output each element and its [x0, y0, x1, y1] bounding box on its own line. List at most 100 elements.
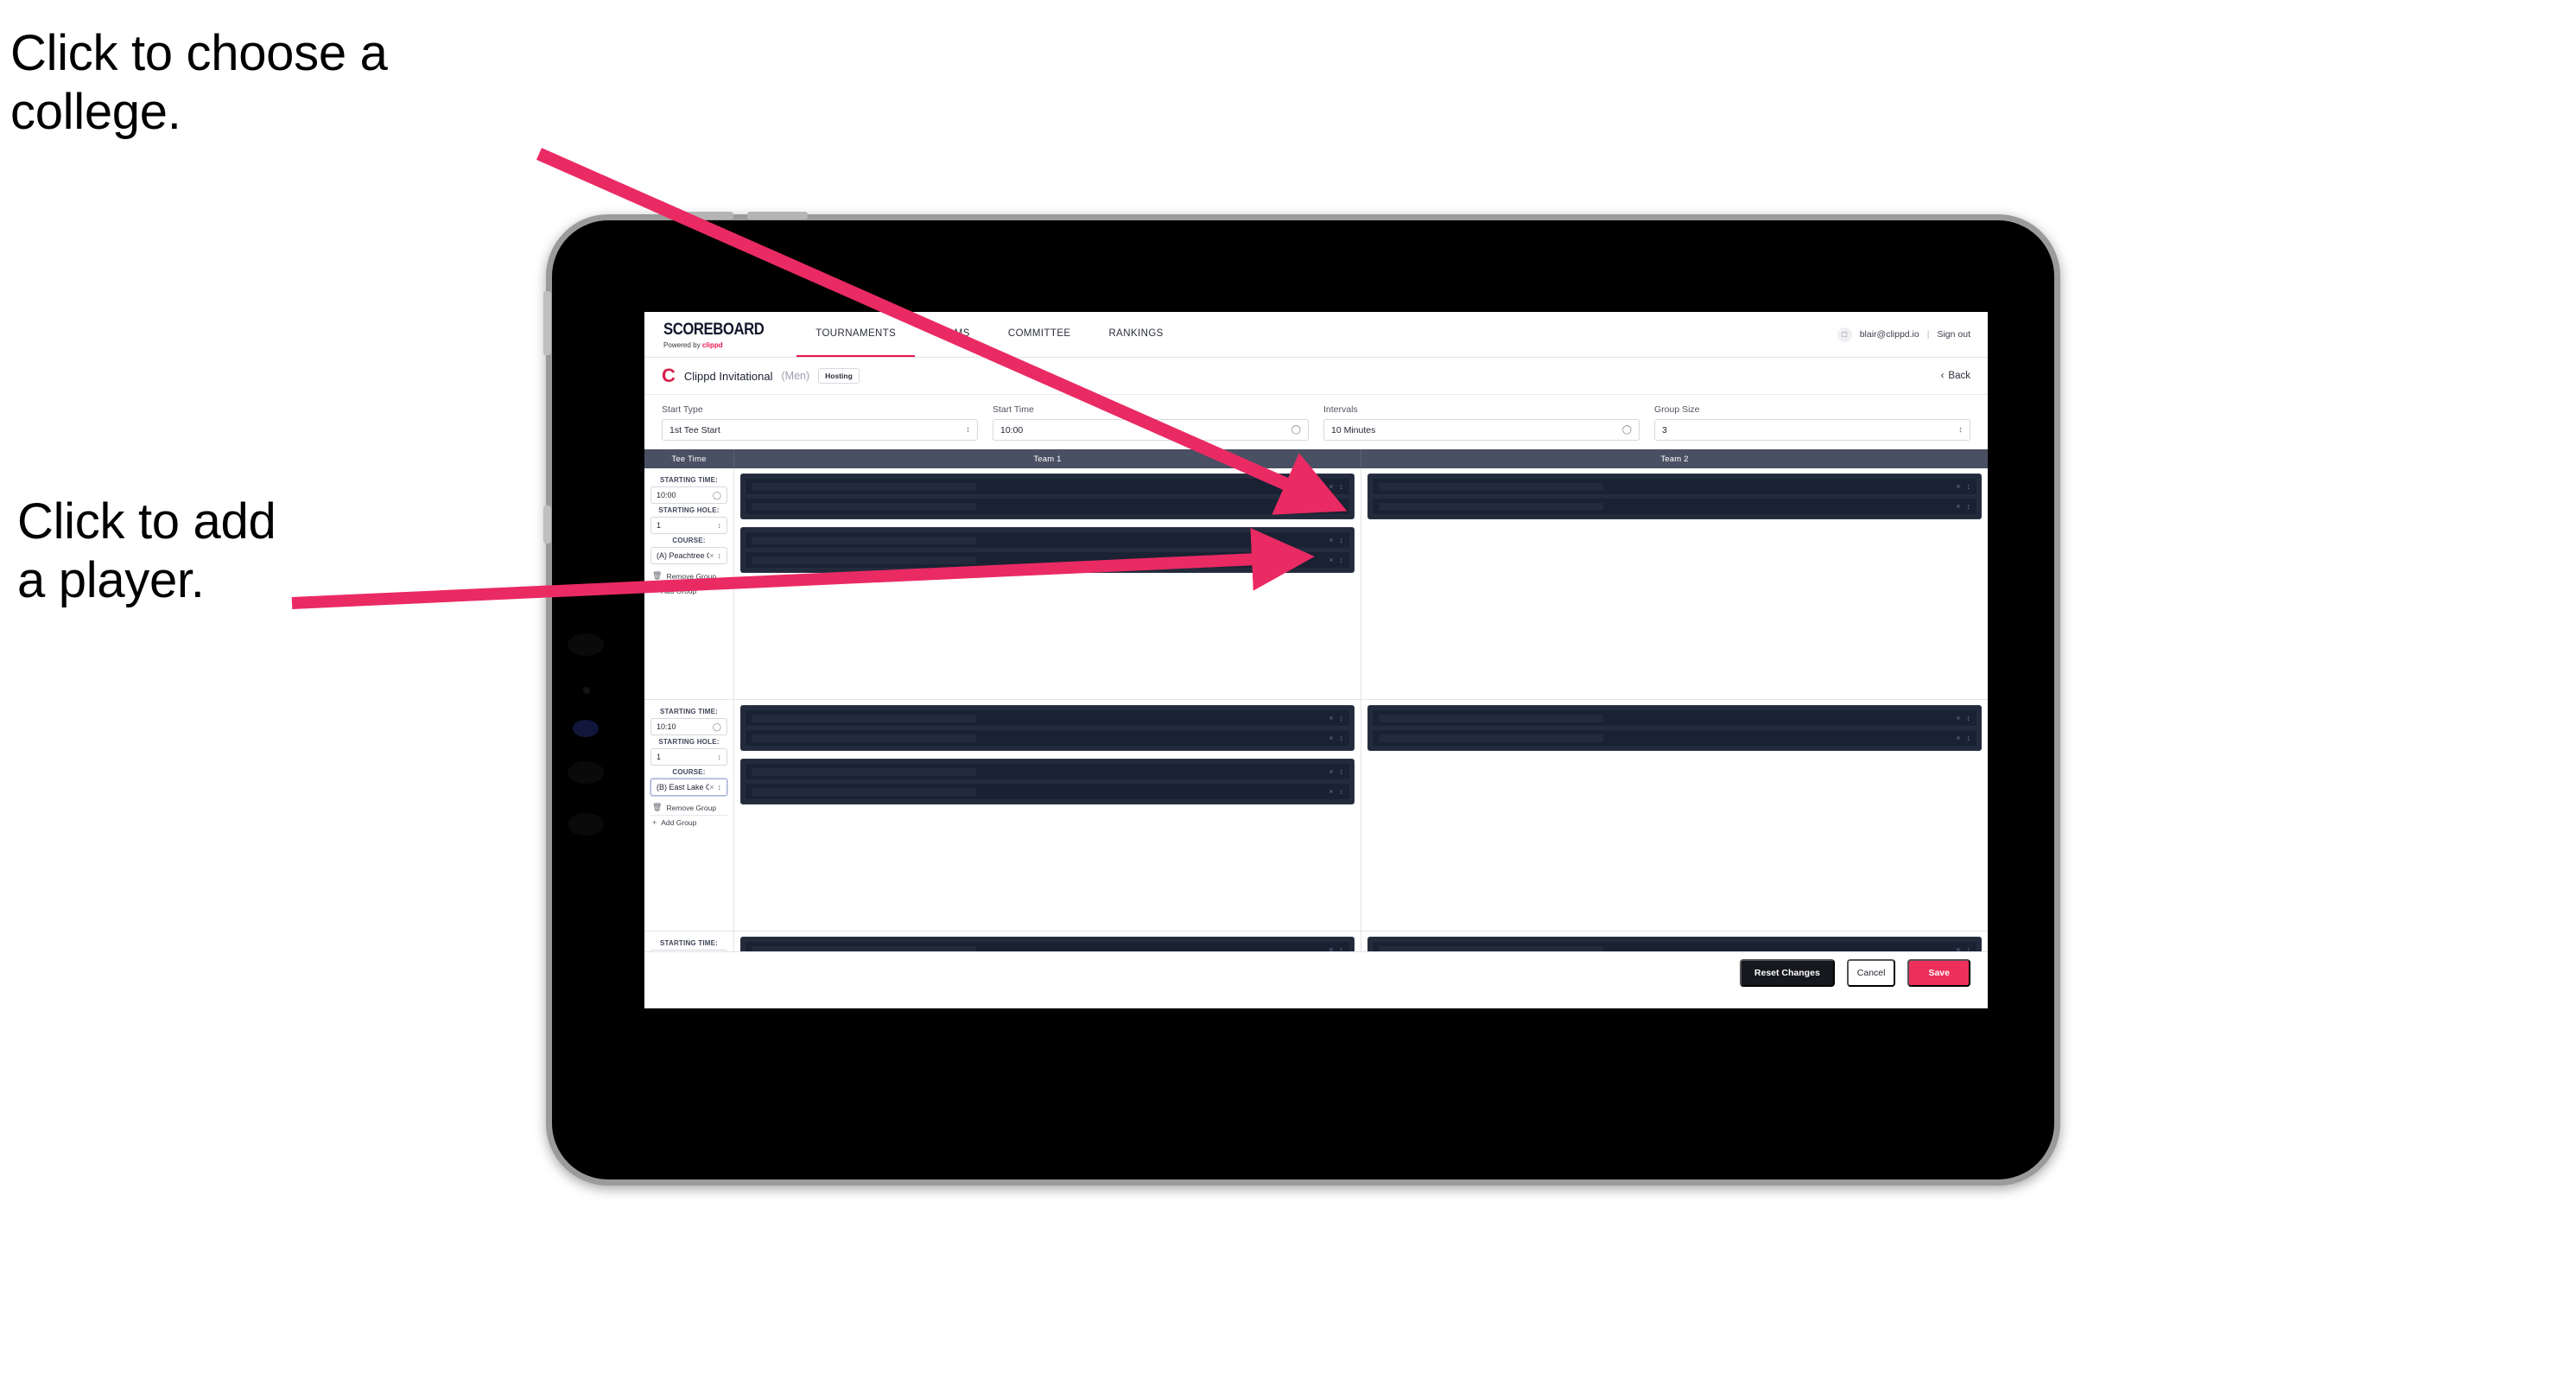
starting-time-input[interactable]: 10:20◯	[650, 950, 727, 951]
starting-time-input-icons: ◯	[713, 722, 721, 732]
player-slot[interactable]: × ↕	[745, 941, 1350, 951]
add-group-button[interactable]: + Add Group	[650, 583, 727, 598]
stepper-icon[interactable]: ↕	[1967, 714, 1971, 722]
clear-icon[interactable]: ×	[1956, 734, 1960, 742]
player-slot[interactable]: × ↕	[1372, 941, 1977, 951]
add-group-button[interactable]: + Add Group	[650, 815, 727, 830]
course-select[interactable]: (B) East Lake GC× ↕	[650, 779, 727, 796]
bezel-camera	[573, 720, 599, 737]
stepper-icon[interactable]: ↕	[1340, 536, 1344, 544]
player-name-redacted	[752, 536, 977, 544]
stepper-icon[interactable]: ↕	[1967, 482, 1971, 491]
cancel-button[interactable]: Cancel	[1846, 958, 1896, 987]
nav-tab-tournaments[interactable]: TOURNAMENTS	[796, 312, 916, 357]
clear-icon[interactable]: ×	[1956, 945, 1960, 951]
stepper-icon[interactable]: ↕	[1340, 502, 1344, 511]
stepper-icon[interactable]: ↕	[718, 753, 722, 761]
label-course: COURSE:	[672, 768, 706, 776]
remove-group-button[interactable]: 🗑 Remove Group	[650, 800, 727, 815]
stepper-icon[interactable]: ↕	[718, 551, 722, 560]
stepper-icon[interactable]: ↕	[1340, 945, 1344, 951]
player-slot-icons: × ↕	[1329, 502, 1343, 511]
start-time-input[interactable]: 10:00 ◯	[993, 419, 1309, 441]
player-slot[interactable]: × ↕	[1372, 498, 1977, 515]
start-time-value: 10:00	[1000, 424, 1024, 436]
nav-tab-teams[interactable]: TEAMS	[915, 312, 989, 357]
course-select[interactable]: (A) Peachtree GC×↕	[650, 547, 727, 564]
stepper-icon[interactable]: ↕	[1967, 945, 1971, 951]
stepper-icon[interactable]: ↕	[1340, 482, 1344, 491]
stepper-icon[interactable]: ↕	[1340, 714, 1344, 722]
stepper-icon[interactable]: ↕	[718, 521, 722, 530]
clear-icon[interactable]: ×	[1329, 787, 1333, 796]
nav-items: TOURNAMENTS TEAMS COMMITTEE RANKINGS	[796, 312, 1183, 357]
starting-hole-input[interactable]: 1 ↕	[650, 748, 727, 766]
player-slot[interactable]: × ↕	[745, 709, 1350, 727]
stepper-icon[interactable]: ↕	[966, 425, 970, 435]
start-type-select[interactable]: 1st Tee Start ↕	[662, 419, 978, 441]
user-icon[interactable]: ☐	[1837, 327, 1852, 342]
clock-icon[interactable]: ◯	[713, 491, 721, 500]
player-slot[interactable]: × ↕	[745, 763, 1350, 780]
stepper-icon[interactable]: ↕	[1958, 425, 1963, 435]
player-slot[interactable]: × ↕	[745, 551, 1350, 569]
remove-group-button[interactable]: 🗑 Remove Group	[650, 569, 727, 583]
reset-changes-button[interactable]: Reset Changes	[1739, 958, 1835, 987]
stepper-icon[interactable]: ↕	[1340, 556, 1344, 564]
player-name-redacted	[1379, 734, 1604, 742]
tee-sheet-body[interactable]: STARTING TIME: 10:00 ◯ STARTING HOLE: 1 ↕ COUR…	[644, 468, 1988, 952]
clear-icon[interactable]: ×	[709, 783, 714, 792]
clear-icon[interactable]: ×	[1329, 767, 1333, 776]
label-starting-hole: STARTING HOLE:	[658, 738, 720, 746]
nav-tab-committee[interactable]: COMMITTEE	[989, 312, 1090, 357]
intervals-input[interactable]: 10 Minutes ◯	[1323, 419, 1640, 441]
player-slot[interactable]: × ↕	[745, 783, 1350, 800]
stepper-icon[interactable]: ↕	[718, 783, 722, 792]
clear-icon[interactable]: ×	[1329, 734, 1333, 742]
clear-icon[interactable]: ×	[1329, 556, 1333, 564]
trash-icon: 🗑	[652, 571, 663, 580]
clear-icon[interactable]: ×	[709, 551, 714, 560]
player-slot[interactable]: × ↕	[745, 498, 1350, 515]
clear-icon[interactable]: ×	[1956, 714, 1960, 722]
label-starting-time: STARTING TIME:	[659, 939, 719, 947]
clear-icon[interactable]: ×	[1329, 502, 1333, 511]
stepper-icon[interactable]: ↕	[1340, 787, 1344, 796]
starting-hole-input[interactable]: 1 ↕	[650, 517, 727, 534]
clear-icon[interactable]: ×	[1956, 482, 1960, 491]
starting-time-input-value: 10:10	[657, 722, 676, 731]
clear-icon[interactable]: ×	[1956, 502, 1960, 511]
clear-icon[interactable]: ×	[1329, 482, 1333, 491]
player-slot[interactable]: × ↕	[1372, 478, 1977, 495]
nav-tab-rankings[interactable]: RANKINGS	[1089, 312, 1182, 357]
group-size-value: 3	[1662, 424, 1667, 436]
starting-time-input[interactable]: 10:00 ◯	[650, 486, 727, 504]
group-size-select[interactable]: 3 ↕	[1654, 419, 1970, 441]
player-group: ×↕×↕	[740, 474, 1355, 519]
save-button[interactable]: Save	[1907, 958, 1970, 987]
starting-time-input[interactable]: 10:10 ◯	[650, 718, 727, 735]
back-button[interactable]: ‹ Back	[1941, 371, 1970, 381]
stepper-icon[interactable]: ↕	[1967, 502, 1971, 511]
stepper-icon[interactable]: ↕	[1340, 767, 1344, 776]
course-select-value: (B) East Lake GC	[657, 783, 709, 792]
player-slot[interactable]: × ↕	[745, 729, 1350, 747]
clock-icon[interactable]: ◯	[1622, 425, 1632, 435]
clock-icon[interactable]: ◯	[1291, 425, 1301, 435]
player-slot[interactable]: × ↕	[745, 478, 1350, 495]
tee-time-row: STARTING TIME: 10:10 ◯ STARTING HOLE: 1 ↕ COUR…	[644, 700, 1988, 931]
player-name-redacted	[1379, 945, 1604, 951]
starting-hole-input-value: 1	[657, 521, 662, 530]
clear-icon[interactable]: ×	[1329, 536, 1333, 544]
stepper-icon[interactable]: ↕	[1340, 734, 1344, 742]
player-slot[interactable]: × ↕	[745, 531, 1350, 549]
scoreboard-logo[interactable]: SCOREBOARD Powered by clippd	[644, 312, 796, 357]
sign-out-link[interactable]: Sign out	[1937, 329, 1970, 340]
player-slot[interactable]: × ↕	[1372, 709, 1977, 727]
tablet-volume-button	[543, 291, 551, 355]
clock-icon[interactable]: ◯	[713, 722, 721, 732]
clear-icon[interactable]: ×	[1329, 714, 1333, 722]
player-slot[interactable]: × ↕	[1372, 729, 1977, 747]
clear-icon[interactable]: ×	[1329, 945, 1333, 951]
stepper-icon[interactable]: ↕	[1967, 734, 1971, 742]
